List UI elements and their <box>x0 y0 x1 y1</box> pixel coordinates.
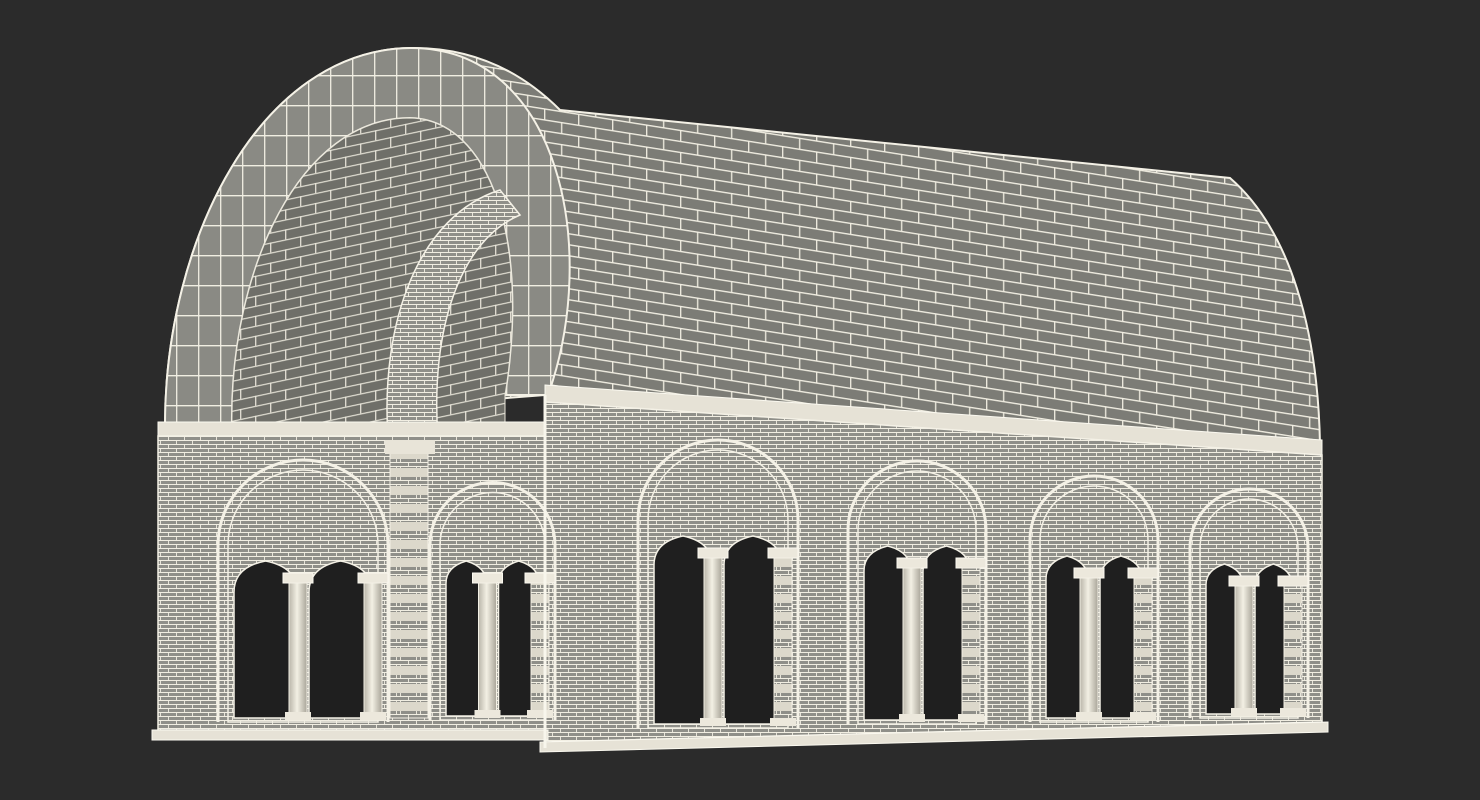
sub-arch-opening <box>233 560 298 719</box>
sub-arch-opening <box>308 560 373 719</box>
vaulted-arcade-render <box>151 46 1329 753</box>
column-base <box>1076 712 1102 720</box>
column-capital <box>697 547 729 559</box>
column-base <box>1231 708 1257 716</box>
column-capital <box>896 557 928 569</box>
column-capital <box>1277 575 1309 587</box>
column-shaft <box>902 567 922 717</box>
column-shaft <box>961 567 981 717</box>
column-capital <box>357 572 389 584</box>
column-base <box>285 712 311 720</box>
column-capital <box>1228 575 1260 587</box>
column-capital <box>1127 567 1159 579</box>
column-base <box>360 712 386 720</box>
column-shaft <box>1079 577 1099 715</box>
sub-arch-opening <box>723 535 783 725</box>
column-capital <box>472 572 503 584</box>
column-capital <box>767 547 799 559</box>
column-capital <box>955 557 987 569</box>
column-base <box>1280 708 1306 716</box>
column-capital <box>524 572 556 584</box>
column-shaft <box>1234 585 1254 711</box>
column-base <box>899 714 925 722</box>
column-base <box>1130 712 1156 720</box>
render-viewport <box>0 0 1480 800</box>
front-arch-face <box>163 46 571 439</box>
column-base <box>958 714 984 722</box>
column-base <box>770 718 796 726</box>
column-shaft <box>288 582 308 715</box>
column-base <box>474 710 501 718</box>
column-shaft <box>478 582 497 713</box>
sub-arch-opening <box>653 535 713 725</box>
column-shaft <box>1133 577 1153 715</box>
column-shaft <box>773 557 793 721</box>
column-base <box>527 710 553 718</box>
column-capital <box>1073 567 1105 579</box>
column-base <box>700 718 726 726</box>
column-shaft <box>1283 585 1303 711</box>
column-shaft <box>363 582 383 715</box>
column-capital <box>282 572 314 584</box>
column-shaft <box>703 557 723 721</box>
